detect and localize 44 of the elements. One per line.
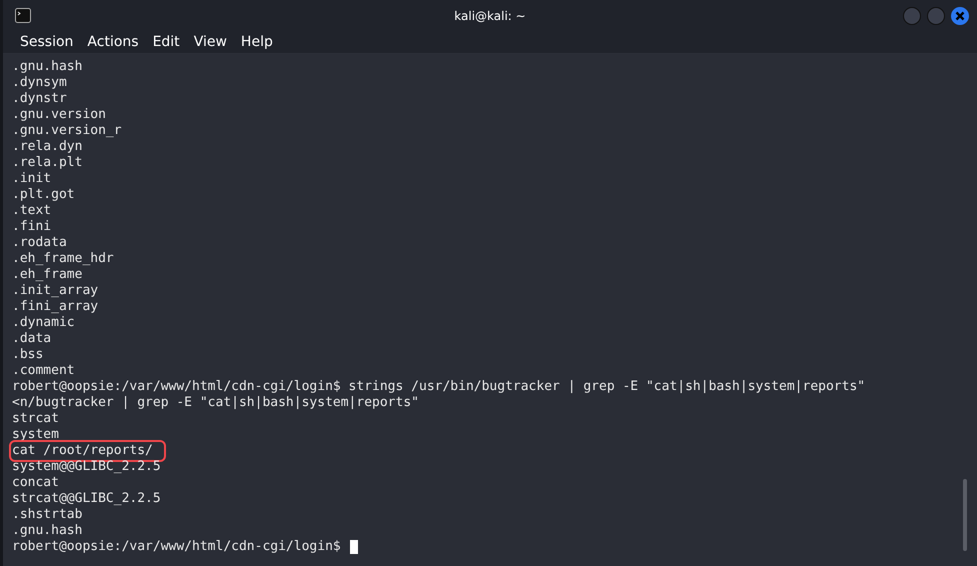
text-cursor [350, 540, 358, 554]
shell-prompt: robert@oopsie:/var/www/html/cdn-cgi/login$ [12, 539, 341, 555]
terminal-line: .eh_frame_hdr [12, 251, 114, 267]
terminal-line: system [12, 427, 59, 443]
terminal-line: .rela.plt [12, 155, 82, 171]
terminal-line: .fini_array [12, 299, 98, 315]
terminal-line: .gnu.version_r [12, 123, 122, 139]
terminal-icon [15, 8, 31, 23]
terminal-line: system@@GLIBC_2.2.5 [12, 459, 161, 475]
terminal-line: .gnu.hash [12, 523, 82, 539]
close-icon [955, 10, 965, 20]
terminal-line: .dynstr [12, 91, 67, 107]
terminal-line: .rodata [12, 235, 67, 251]
terminal-line: .eh_frame [12, 267, 82, 283]
terminal-line: .text [12, 203, 52, 219]
terminal-line: .gnu.hash [12, 59, 82, 75]
terminal-line: .init [12, 171, 52, 187]
terminal-line: .dynamic [12, 315, 75, 331]
menu-item[interactable]: Session [17, 34, 78, 50]
terminal-line: .fini [12, 219, 52, 235]
terminal-line: .bss [12, 347, 44, 363]
menu-item[interactable]: Help [238, 34, 278, 50]
minimize-button[interactable] [903, 6, 921, 24]
terminal-line: cat /root/reports/ [12, 443, 163, 459]
terminal-line: <n/bugtracker | grep -E "cat|sh|bash|system|reports" [12, 395, 419, 411]
terminal-line: .plt.got [12, 187, 75, 203]
scrollbar[interactable] [963, 479, 967, 551]
menu-item[interactable]: Actions [84, 34, 144, 50]
terminal-line: .rela.dyn [12, 139, 82, 155]
terminal-line: .comment [12, 363, 75, 379]
maximize-button[interactable] [927, 6, 945, 24]
menu-item[interactable]: View [190, 34, 232, 50]
terminal-line: .dynsym [12, 75, 67, 91]
close-button[interactable] [951, 6, 969, 24]
terminal-line: .gnu.version [12, 107, 106, 123]
terminal-line: robert@oopsie:/var/www/html/cdn-cgi/login$ strings /usr/bin/bugtracker | grep -E "cat|sh|bash|system|reports" [12, 379, 866, 395]
terminal-line: .data [12, 331, 52, 347]
menu-item[interactable]: Edit [150, 34, 185, 50]
terminal-line: .shstrtab [12, 507, 82, 523]
terminal-line: strcat@@GLIBC_2.2.5 [12, 491, 161, 507]
terminal-line: strcat [12, 411, 59, 427]
terminal-line: .init_array [12, 283, 98, 299]
terminal-line: concat [12, 475, 59, 491]
window-title: kali@kali: ~ [454, 8, 526, 22]
